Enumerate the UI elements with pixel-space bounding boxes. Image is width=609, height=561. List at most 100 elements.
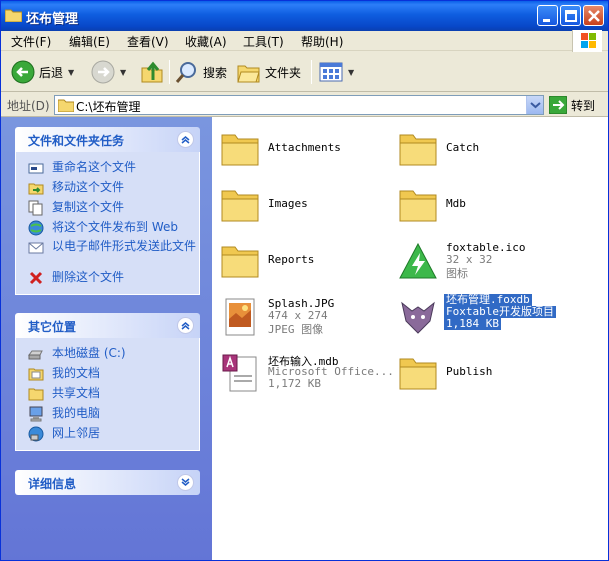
views-button[interactable]: ▼ — [319, 59, 354, 85]
file-name: Attachments — [268, 141, 341, 154]
task-publish-web[interactable]: 将这个文件发布到 Web — [16, 218, 199, 238]
place-my-computer[interactable]: 我的电脑 — [16, 404, 199, 424]
file-list-view: Attachments Catch Images Mdb Reports fox… — [212, 117, 608, 560]
copy-icon — [28, 200, 43, 216]
file-name: Catch — [446, 141, 480, 154]
views-icon — [319, 62, 343, 82]
file-folder-tasks-header[interactable]: 文件和文件夹任务 — [15, 127, 200, 152]
file-item-images[interactable]: Images — [212, 179, 387, 231]
folder-icon — [399, 358, 437, 390]
go-arrow-icon — [549, 96, 567, 114]
maximize-button[interactable] — [560, 5, 581, 26]
close-button[interactable] — [583, 5, 604, 26]
details-header[interactable]: 详细信息 — [15, 470, 200, 495]
file-item-attachments[interactable]: Attachments — [212, 123, 387, 175]
menu-help[interactable]: 帮助(H) — [301, 33, 343, 50]
search-button[interactable]: 搜索 — [175, 59, 227, 85]
task-rename-file[interactable]: 重命名这个文件 — [16, 158, 199, 178]
file-type: JPEG 图像 — [268, 323, 324, 336]
collapse-chevron-icon[interactable] — [177, 317, 194, 334]
search-label: 搜索 — [203, 65, 228, 80]
task-delete-file[interactable]: 删除这个文件 — [16, 268, 199, 288]
file-item-splash-jpg[interactable]: Splash.JPG 474 x 274 JPEG 图像 — [212, 291, 387, 343]
image-file-icon — [225, 298, 255, 336]
folders-button[interactable]: 文件夹 — [237, 59, 301, 85]
address-label: 地址(D) — [7, 99, 50, 113]
minimize-button[interactable] — [537, 5, 558, 26]
explorer-window: 坯布管理 文件(F) 编辑(E) 查看(V) 收藏(A) 工具(T) 帮助(H) — [0, 0, 609, 561]
file-item-foxtable-ico[interactable]: foxtable.ico 32 x 32 图标 — [390, 235, 565, 287]
go-button[interactable]: 转到 — [549, 96, 595, 114]
folder-icon — [5, 9, 22, 22]
chevron-down-icon: ▼ — [120, 67, 127, 77]
file-name: Mdb — [446, 197, 466, 210]
windows-flag-icon — [581, 33, 596, 48]
menu-bar: 文件(F) 编辑(E) 查看(V) 收藏(A) 工具(T) 帮助(H) — [1, 31, 608, 51]
file-type: 图标 — [446, 267, 468, 280]
menu-edit[interactable]: 编辑(E) — [69, 33, 110, 50]
window-title: 坯布管理 — [26, 12, 79, 27]
my-computer-icon — [29, 406, 43, 422]
up-folder-icon — [141, 61, 163, 83]
folders-label: 文件夹 — [265, 65, 302, 80]
up-folder-button[interactable] — [141, 59, 163, 85]
folder-icon — [58, 99, 74, 112]
place-local-disk[interactable]: 本地磁盘 (C:) — [16, 344, 199, 364]
other-places-header[interactable]: 其它位置 — [15, 313, 200, 338]
email-icon — [28, 242, 44, 254]
menu-file[interactable]: 文件(F) — [11, 33, 51, 50]
file-item-reports[interactable]: Reports — [212, 235, 387, 287]
task-move-file[interactable]: 移动这个文件 — [16, 178, 199, 198]
forward-button[interactable]: ▼ — [91, 59, 126, 85]
move-icon — [28, 183, 44, 195]
toolbar: 后退 ▼ ▼ 搜索 文件夹 ▼ — [1, 52, 608, 92]
other-places-box: 其它位置 本地磁盘 (C:) 我的文档 共享文档 我的电脑 网上邻居 — [15, 313, 200, 451]
address-input[interactable]: C:\坯布管理 — [54, 95, 544, 115]
task-email-file[interactable]: 以电子邮件形式发送此文件 — [16, 238, 199, 268]
file-folder-tasks-box: 文件和文件夹任务 重命名这个文件 移动这个文件 复制这个文件 将这个文件发布到 … — [15, 127, 200, 295]
access-database-icon — [222, 354, 257, 392]
place-my-documents[interactable]: 我的文档 — [16, 364, 199, 384]
folder-icon — [399, 134, 437, 166]
expand-chevron-icon[interactable] — [177, 474, 194, 491]
local-disk-icon — [28, 350, 43, 360]
file-folder-tasks-title: 文件和文件夹任务 — [28, 134, 125, 148]
back-button[interactable]: 后退 ▼ — [11, 59, 74, 85]
menu-favorites[interactable]: 收藏(A) — [185, 33, 227, 50]
file-item-foxdb[interactable]: 坯布管理.foxdb Foxtable开发版项目 1,184 KB — [390, 291, 565, 343]
publish-web-icon — [28, 220, 44, 236]
back-arrow-icon — [11, 60, 35, 84]
folders-icon — [237, 65, 260, 83]
place-network-places[interactable]: 网上邻居 — [16, 424, 199, 444]
folder-icon — [221, 134, 259, 166]
minimize-icon — [543, 19, 550, 22]
collapse-chevron-icon[interactable] — [177, 131, 194, 148]
folder-icon — [399, 190, 437, 222]
file-item-mdb[interactable]: Mdb — [390, 179, 565, 231]
forward-arrow-icon — [91, 60, 115, 84]
chevron-down-icon — [530, 102, 541, 109]
foxtable-logo-icon — [399, 242, 437, 279]
place-shared-documents[interactable]: 共享文档 — [16, 384, 199, 404]
address-path: C:\坯布管理 — [76, 100, 141, 114]
fox-file-icon — [401, 301, 435, 334]
windows-logo — [572, 30, 602, 52]
delete-icon — [29, 271, 43, 285]
close-icon — [588, 10, 600, 22]
file-name: Reports — [268, 253, 315, 266]
title-bar[interactable]: 坯布管理 — [1, 1, 608, 31]
file-name: Images — [268, 197, 308, 210]
menu-view[interactable]: 查看(V) — [127, 33, 169, 50]
task-copy-file[interactable]: 复制这个文件 — [16, 198, 199, 218]
menu-tools[interactable]: 工具(T) — [243, 33, 284, 50]
address-dropdown-button[interactable] — [526, 96, 543, 114]
back-label: 后退 — [39, 65, 64, 80]
details-title: 详细信息 — [28, 477, 77, 491]
file-item-mdb-file[interactable]: 坯布输入.mdb Microsoft Office... 1,172 KB — [212, 347, 394, 399]
my-documents-icon — [28, 368, 44, 381]
address-bar: 地址(D) C:\坯布管理 转到 — [1, 93, 608, 117]
file-item-catch[interactable]: Catch — [390, 123, 565, 175]
folder-icon — [221, 190, 259, 222]
file-item-publish[interactable]: Publish — [390, 347, 565, 399]
other-places-title: 其它位置 — [28, 320, 77, 334]
